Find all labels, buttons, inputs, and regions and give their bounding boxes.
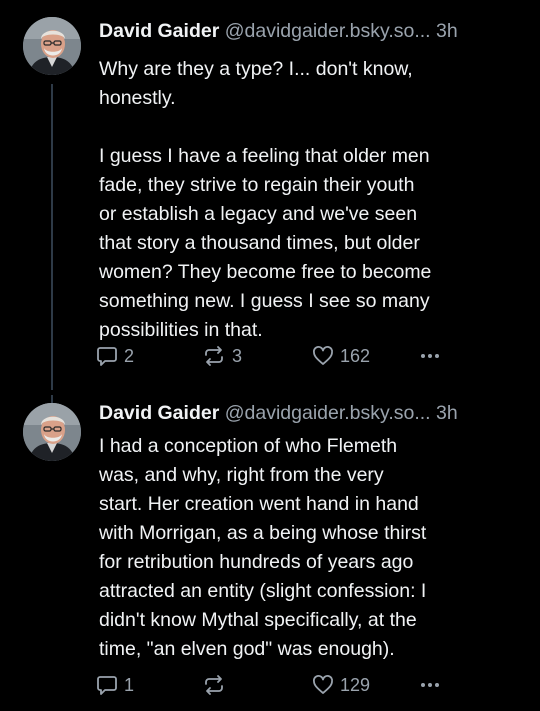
post-line: was, and why, right from the very bbox=[99, 464, 384, 486]
post-line: I had a conception of who Flemeth bbox=[99, 435, 398, 457]
post-1[interactable]: David Gaider @davidgaider.bsky.so... 3h … bbox=[0, 0, 540, 395]
like-count: 162 bbox=[340, 345, 371, 366]
repost-icon bbox=[205, 346, 223, 366]
heart-icon bbox=[313, 675, 333, 694]
like-button[interactable]: 162 bbox=[312, 343, 370, 369]
more-options-icon bbox=[421, 683, 439, 687]
post-line: women? They become free to become bbox=[99, 261, 432, 283]
like-button[interactable]: 129 bbox=[312, 672, 370, 698]
post-line: that story a thousand times, but older bbox=[99, 232, 420, 254]
post-line: Why are they a type? I... don't know, bbox=[99, 58, 413, 80]
post-line: possibilities in that. bbox=[99, 319, 263, 341]
reply-count: 2 bbox=[124, 345, 135, 366]
author-handle[interactable]: @davidgaider.bsky.so... bbox=[225, 20, 431, 42]
like-count: 129 bbox=[340, 674, 371, 695]
post-2[interactable]: David Gaider @davidgaider.bsky.so... 3h … bbox=[0, 395, 540, 711]
post-header: David Gaider @davidgaider.bsky.so... 3h bbox=[99, 18, 458, 44]
post-text: I had a conception of who Flemeth was, a… bbox=[99, 432, 519, 664]
post-line: something new. I guess I see so many bbox=[99, 290, 430, 312]
thread-line bbox=[51, 395, 53, 403]
thread-line bbox=[51, 84, 53, 390]
reply-count: 1 bbox=[124, 674, 135, 695]
post-text: Why are they a type? I... don't know, ho… bbox=[99, 55, 519, 345]
post-header: David Gaider @davidgaider.bsky.so... 3h bbox=[99, 400, 458, 426]
paragraph-break bbox=[99, 113, 519, 142]
repost-button[interactable] bbox=[202, 672, 232, 698]
repost-icon bbox=[205, 675, 223, 695]
post-line: attracted an entity (slight confession: … bbox=[99, 580, 427, 602]
more-options-button[interactable] bbox=[418, 343, 442, 369]
repost-count: 3 bbox=[232, 345, 243, 366]
post-line: time, "an elven god" was enough). bbox=[99, 638, 395, 660]
post-line: honestly. bbox=[99, 87, 176, 109]
reply-icon bbox=[97, 347, 117, 366]
post-line: fade, they strive to regain their youth bbox=[99, 174, 415, 196]
post-line: or establish a legacy and we've seen bbox=[99, 203, 418, 225]
reply-button[interactable]: 2 bbox=[96, 343, 134, 369]
avatar-portrait-icon bbox=[23, 17, 81, 75]
avatar[interactable] bbox=[23, 17, 81, 75]
more-options-icon bbox=[421, 354, 439, 358]
author-handle[interactable]: @davidgaider.bsky.so... bbox=[225, 402, 431, 424]
avatar-portrait-icon bbox=[23, 403, 81, 461]
post-line: with Morrigan, as a being whose thirst bbox=[99, 522, 427, 544]
reply-icon bbox=[97, 676, 117, 695]
repost-button[interactable]: 3 bbox=[202, 343, 242, 369]
author-name[interactable]: David Gaider bbox=[99, 402, 219, 424]
post-line: I guess I have a feeling that older men bbox=[99, 145, 430, 167]
post-line: for retribution hundreds of years ago bbox=[99, 551, 414, 573]
post-timestamp[interactable]: 3h bbox=[436, 20, 458, 42]
post-timestamp[interactable]: 3h bbox=[436, 402, 458, 424]
more-options-button[interactable] bbox=[418, 672, 442, 698]
post-line: start. Her creation went hand in hand bbox=[99, 493, 419, 515]
reply-button[interactable]: 1 bbox=[96, 672, 134, 698]
author-name[interactable]: David Gaider bbox=[99, 20, 219, 42]
post-line: didn't know Mythal specifically, at the bbox=[99, 609, 417, 631]
heart-icon bbox=[313, 346, 333, 365]
avatar[interactable] bbox=[23, 403, 81, 461]
